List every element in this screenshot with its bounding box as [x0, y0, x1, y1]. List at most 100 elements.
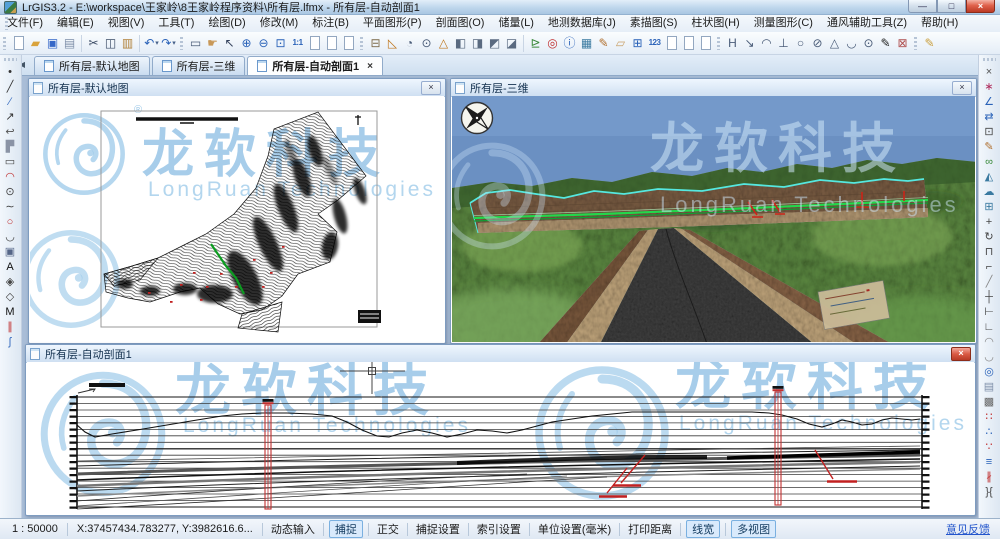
no-entry-icon[interactable]: ◎ [544, 34, 561, 52]
corner-icon[interactable]: ⌐ [979, 260, 999, 275]
point-icon[interactable]: • [0, 65, 20, 80]
window-default-map-titlebar[interactable]: 所有层-默认地图 × [29, 79, 445, 97]
tab-3d[interactable]: 所有层-三维 [152, 56, 246, 75]
menu-edit[interactable]: 编辑(E) [50, 15, 101, 32]
undo-icon[interactable]: ↶ [143, 34, 160, 52]
curve-edit-icon[interactable]: ◡ [979, 350, 999, 365]
node-align-icon[interactable]: ≡ [979, 455, 999, 470]
menu-survey-graphics[interactable]: 测量图形(C) [747, 15, 820, 32]
tab-auto-section[interactable]: 所有层-自动剖面1 × [247, 56, 383, 75]
menu-modify[interactable]: 修改(M) [253, 15, 306, 32]
menu-view[interactable]: 视图(V) [101, 15, 152, 32]
status-index-settings[interactable]: 索引设置 [465, 521, 526, 537]
arc-icon[interactable]: ◠ [0, 170, 20, 185]
render-icon[interactable]: ▤ [979, 380, 999, 395]
menu-section[interactable]: 剖面图(O) [429, 15, 492, 32]
hatch-icon[interactable]: ◈ [0, 275, 20, 290]
angle-dim-icon[interactable]: △ [826, 34, 843, 52]
slope-tool-icon[interactable]: ◺ [384, 34, 401, 52]
rotate-icon[interactable]: ↻ [979, 230, 999, 245]
node-merge-icon[interactable]: ∦ [979, 470, 999, 485]
view-3d-icon[interactable]: ◎ [979, 365, 999, 380]
radius-dim-icon[interactable]: ◡ [843, 34, 860, 52]
eraser-icon[interactable]: ⊠ [894, 34, 911, 52]
titlebar[interactable]: LrGIS3.2 - E:\workspace\王家岭\8王家岭程序资料\所有层… [0, 0, 1000, 15]
print-icon[interactable]: ▤ [61, 34, 78, 52]
status-line-width[interactable]: 线宽 [677, 520, 722, 538]
menu-column[interactable]: 柱状图(H) [684, 15, 746, 32]
window-auto-section-titlebar[interactable]: 所有层-自动剖面1 × [26, 345, 975, 363]
info-icon[interactable]: ⓘ [561, 34, 578, 52]
angle-tool-icon[interactable]: ◔ [401, 34, 418, 52]
group-icon[interactable]: ∞ [979, 155, 999, 170]
line-icon[interactable]: ╱ [0, 80, 20, 95]
region-icon[interactable]: ▛ [0, 140, 20, 155]
menu-ventilation-tools[interactable]: 通风辅助工具(Z) [820, 15, 914, 32]
mtext-icon[interactable]: M [0, 305, 20, 320]
page-icon[interactable] [697, 34, 714, 52]
status-multi-view[interactable]: 多视图 [722, 520, 778, 538]
cut-icon[interactable]: ✂ [85, 34, 102, 52]
align-object-icon[interactable]: ◩ [486, 34, 503, 52]
zoom-in-icon[interactable]: ⊕ [238, 34, 255, 52]
arc-3p-icon[interactable]: ◡ [0, 230, 20, 245]
polyline-edit-icon[interactable]: ∠ [979, 95, 999, 110]
image-icon[interactable]: ▣ [0, 245, 20, 260]
arc-edit-icon[interactable]: ◠ [979, 335, 999, 350]
diameter-dim-icon[interactable]: ⊘ [809, 34, 826, 52]
ellipse-icon[interactable]: ○ [0, 215, 20, 230]
axis-dim-icon[interactable]: ⊥ [775, 34, 792, 52]
minimize-button[interactable]: — [908, 0, 937, 13]
point-dim-icon[interactable]: ⊙ [860, 34, 877, 52]
page-icon[interactable] [680, 34, 697, 52]
tab-close-icon[interactable]: × [367, 61, 373, 72]
window-3d-titlebar[interactable]: 所有层-三维 × [451, 79, 976, 97]
menu-help[interactable]: 帮助(H) [914, 15, 965, 32]
curve-icon[interactable]: ʃ [0, 335, 20, 350]
explode-icon[interactable]: ∗ [979, 80, 999, 95]
map-canvas[interactable]: ® 龙软科技 LongRuan Technologies [30, 96, 444, 342]
page-icon[interactable] [323, 34, 340, 52]
menu-sketch[interactable]: 素描图(S) [623, 15, 685, 32]
status-unit-settings[interactable]: 单位设置(毫米) [526, 521, 616, 537]
status-dynamic-input[interactable]: 动态输入 [259, 521, 320, 537]
parallel-lines-icon[interactable]: ∥ [0, 320, 20, 335]
window-close-button[interactable]: × [952, 81, 972, 95]
status-snap[interactable]: 捕捉 [320, 520, 365, 538]
menu-geodata-db[interactable]: 地测数据库(J) [541, 15, 623, 32]
flip-object-icon[interactable]: ◪ [503, 34, 520, 52]
close-button[interactable]: × [966, 0, 995, 13]
page-icon[interactable] [306, 34, 323, 52]
triangle-tool-icon[interactable]: △ [435, 34, 452, 52]
status-snap-settings[interactable]: 捕捉设置 [404, 521, 465, 537]
crop-icon[interactable]: ⊡ [979, 125, 999, 140]
section-canvas[interactable]: 龙软科技 LongRuan Technologies 龙软科技 LongRuan… [27, 362, 974, 514]
maximize-button[interactable]: □ [937, 0, 966, 13]
menu-tools[interactable]: 工具(T) [151, 15, 201, 32]
paste-icon[interactable]: ▥ [119, 34, 136, 52]
status-print-distance[interactable]: 打印距离 [616, 521, 677, 537]
hatch-fill-icon[interactable]: ▩ [979, 395, 999, 410]
move-object-icon[interactable]: ◨ [469, 34, 486, 52]
folder-sheet-icon[interactable]: ▱ [612, 34, 629, 52]
select-arrow-icon[interactable]: ↖ [221, 34, 238, 52]
rectangle-icon[interactable]: ▭ [0, 155, 20, 170]
edit-sheet-icon[interactable]: ✎ [595, 34, 612, 52]
node-move-icon[interactable]: ∴ [979, 425, 999, 440]
delete-icon[interactable]: × [979, 65, 999, 80]
copy-object-icon[interactable]: ◧ [452, 34, 469, 52]
save-icon[interactable]: ▣ [44, 34, 61, 52]
copy-icon[interactable]: ◫ [102, 34, 119, 52]
zoom-window-icon[interactable]: ⊡ [272, 34, 289, 52]
menu-draw[interactable]: 绘图(D) [201, 15, 252, 32]
zoom-out-icon[interactable]: ⊖ [255, 34, 272, 52]
leader-dim-icon[interactable]: ↘ [741, 34, 758, 52]
reverse-icon[interactable]: ⇄ [979, 110, 999, 125]
mirror-icon[interactable]: ◭ [979, 170, 999, 185]
open-file-icon[interactable]: ▰ [27, 34, 44, 52]
menu-reserves[interactable]: 储量(L) [491, 15, 540, 32]
menu-annotate[interactable]: 标注(B) [305, 15, 356, 32]
move-icon[interactable]: + [979, 215, 999, 230]
arc-dim-icon[interactable]: ◠ [758, 34, 775, 52]
dimension-h-icon[interactable]: H [724, 34, 741, 52]
